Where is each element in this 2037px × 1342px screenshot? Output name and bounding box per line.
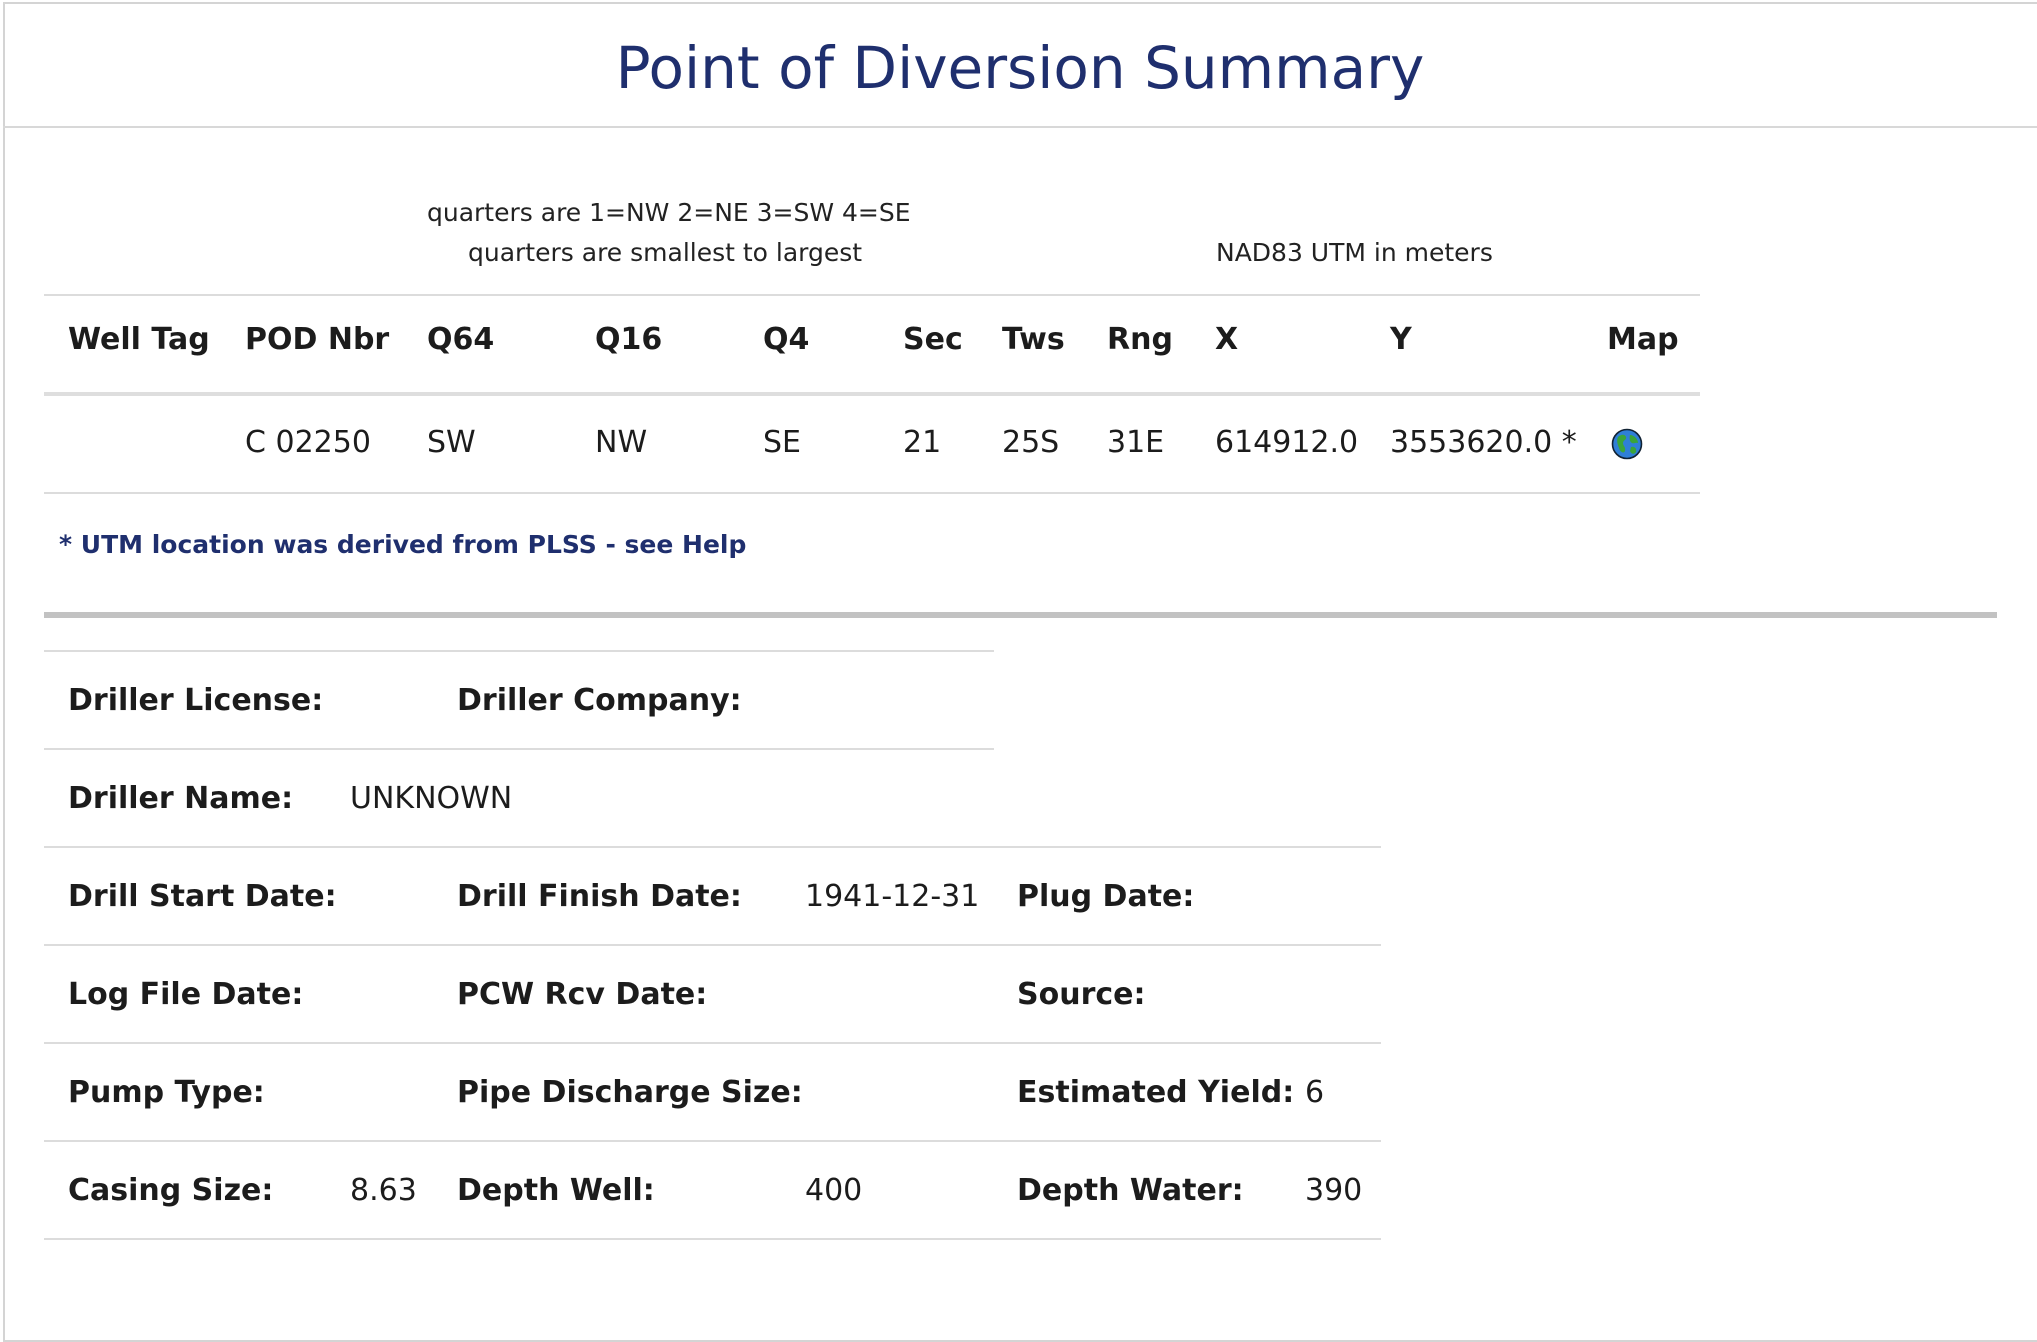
plug-date-label: Plug Date: (1017, 879, 1195, 914)
estimated-yield-label: Estimated Yield: (1017, 1075, 1295, 1110)
quarters-note-1: quarters are 1=NW 2=NE 3=SW 4=SE (427, 198, 911, 227)
driller-company-label: Driller Company: (457, 683, 742, 718)
header-pod-nbr: POD Nbr (245, 322, 390, 357)
cell-pod-nbr: C 02250 (245, 425, 371, 460)
cell-q4: SE (763, 425, 801, 460)
source-label: Source: (1017, 977, 1146, 1012)
details-bottom-rule (44, 1238, 1381, 1240)
quarters-note-2: quarters are smallest to largest (468, 238, 863, 267)
header-tws: Tws (1002, 322, 1065, 357)
casing-size-label: Casing Size: (68, 1173, 274, 1208)
header-well-tag: Well Tag (68, 322, 210, 357)
details-rule-1 (44, 748, 994, 750)
drill-finish-value: 1941-12-31 (805, 879, 980, 914)
details-rule-4 (44, 1042, 1381, 1044)
table-top-rule (44, 294, 1700, 296)
driller-name-value: UNKNOWN (350, 781, 513, 816)
details-rule-2 (44, 846, 1381, 848)
cell-y: 3553620.0 * (1390, 425, 1577, 460)
header-rng: Rng (1107, 322, 1173, 357)
row-bottom-rule (44, 492, 1700, 494)
cell-rng: 31E (1107, 425, 1165, 460)
cell-tws: 25S (1002, 425, 1060, 460)
driller-license-label: Driller License: (68, 683, 324, 718)
drill-start-label: Drill Start Date: (68, 879, 337, 914)
details-top-rule (44, 650, 994, 652)
cell-sec: 21 (903, 425, 942, 460)
depth-water-value: 390 (1305, 1173, 1363, 1208)
cell-x: 614912.0 (1215, 425, 1359, 460)
cell-q16: NW (595, 425, 648, 460)
pump-type-label: Pump Type: (68, 1075, 265, 1110)
utm-help-link[interactable]: * UTM location was derived from PLSS - s… (59, 530, 746, 559)
pipe-discharge-label: Pipe Discharge Size: (457, 1075, 803, 1110)
casing-size-value: 8.63 (350, 1173, 417, 1208)
details-rule-3 (44, 944, 1381, 946)
header-y: Y (1390, 322, 1412, 357)
depth-well-value: 400 (805, 1173, 863, 1208)
page-title: Point of Diversion Summary (615, 34, 1425, 102)
driller-name-label: Driller Name: (68, 781, 294, 816)
depth-well-label: Depth Well: (457, 1173, 655, 1208)
pcw-rcv-label: PCW Rcv Date: (457, 977, 708, 1012)
log-file-label: Log File Date: (68, 977, 304, 1012)
header-bottom-rule (44, 392, 1700, 396)
estimated-yield-value: 6 (1305, 1075, 1325, 1110)
details-rule-5 (44, 1140, 1381, 1142)
globe-icon[interactable] (1611, 428, 1643, 460)
header-map: Map (1607, 322, 1679, 357)
header-q4: Q4 (763, 322, 810, 357)
utm-note: NAD83 UTM in meters (1216, 238, 1493, 267)
header-q64: Q64 (427, 322, 495, 357)
drill-finish-label: Drill Finish Date: (457, 879, 742, 914)
depth-water-label: Depth Water: (1017, 1173, 1244, 1208)
header-q16: Q16 (595, 322, 663, 357)
header-x: X (1215, 322, 1239, 357)
header-sec: Sec (903, 322, 963, 357)
section-divider (44, 612, 1997, 618)
cell-q64: SW (427, 425, 476, 460)
